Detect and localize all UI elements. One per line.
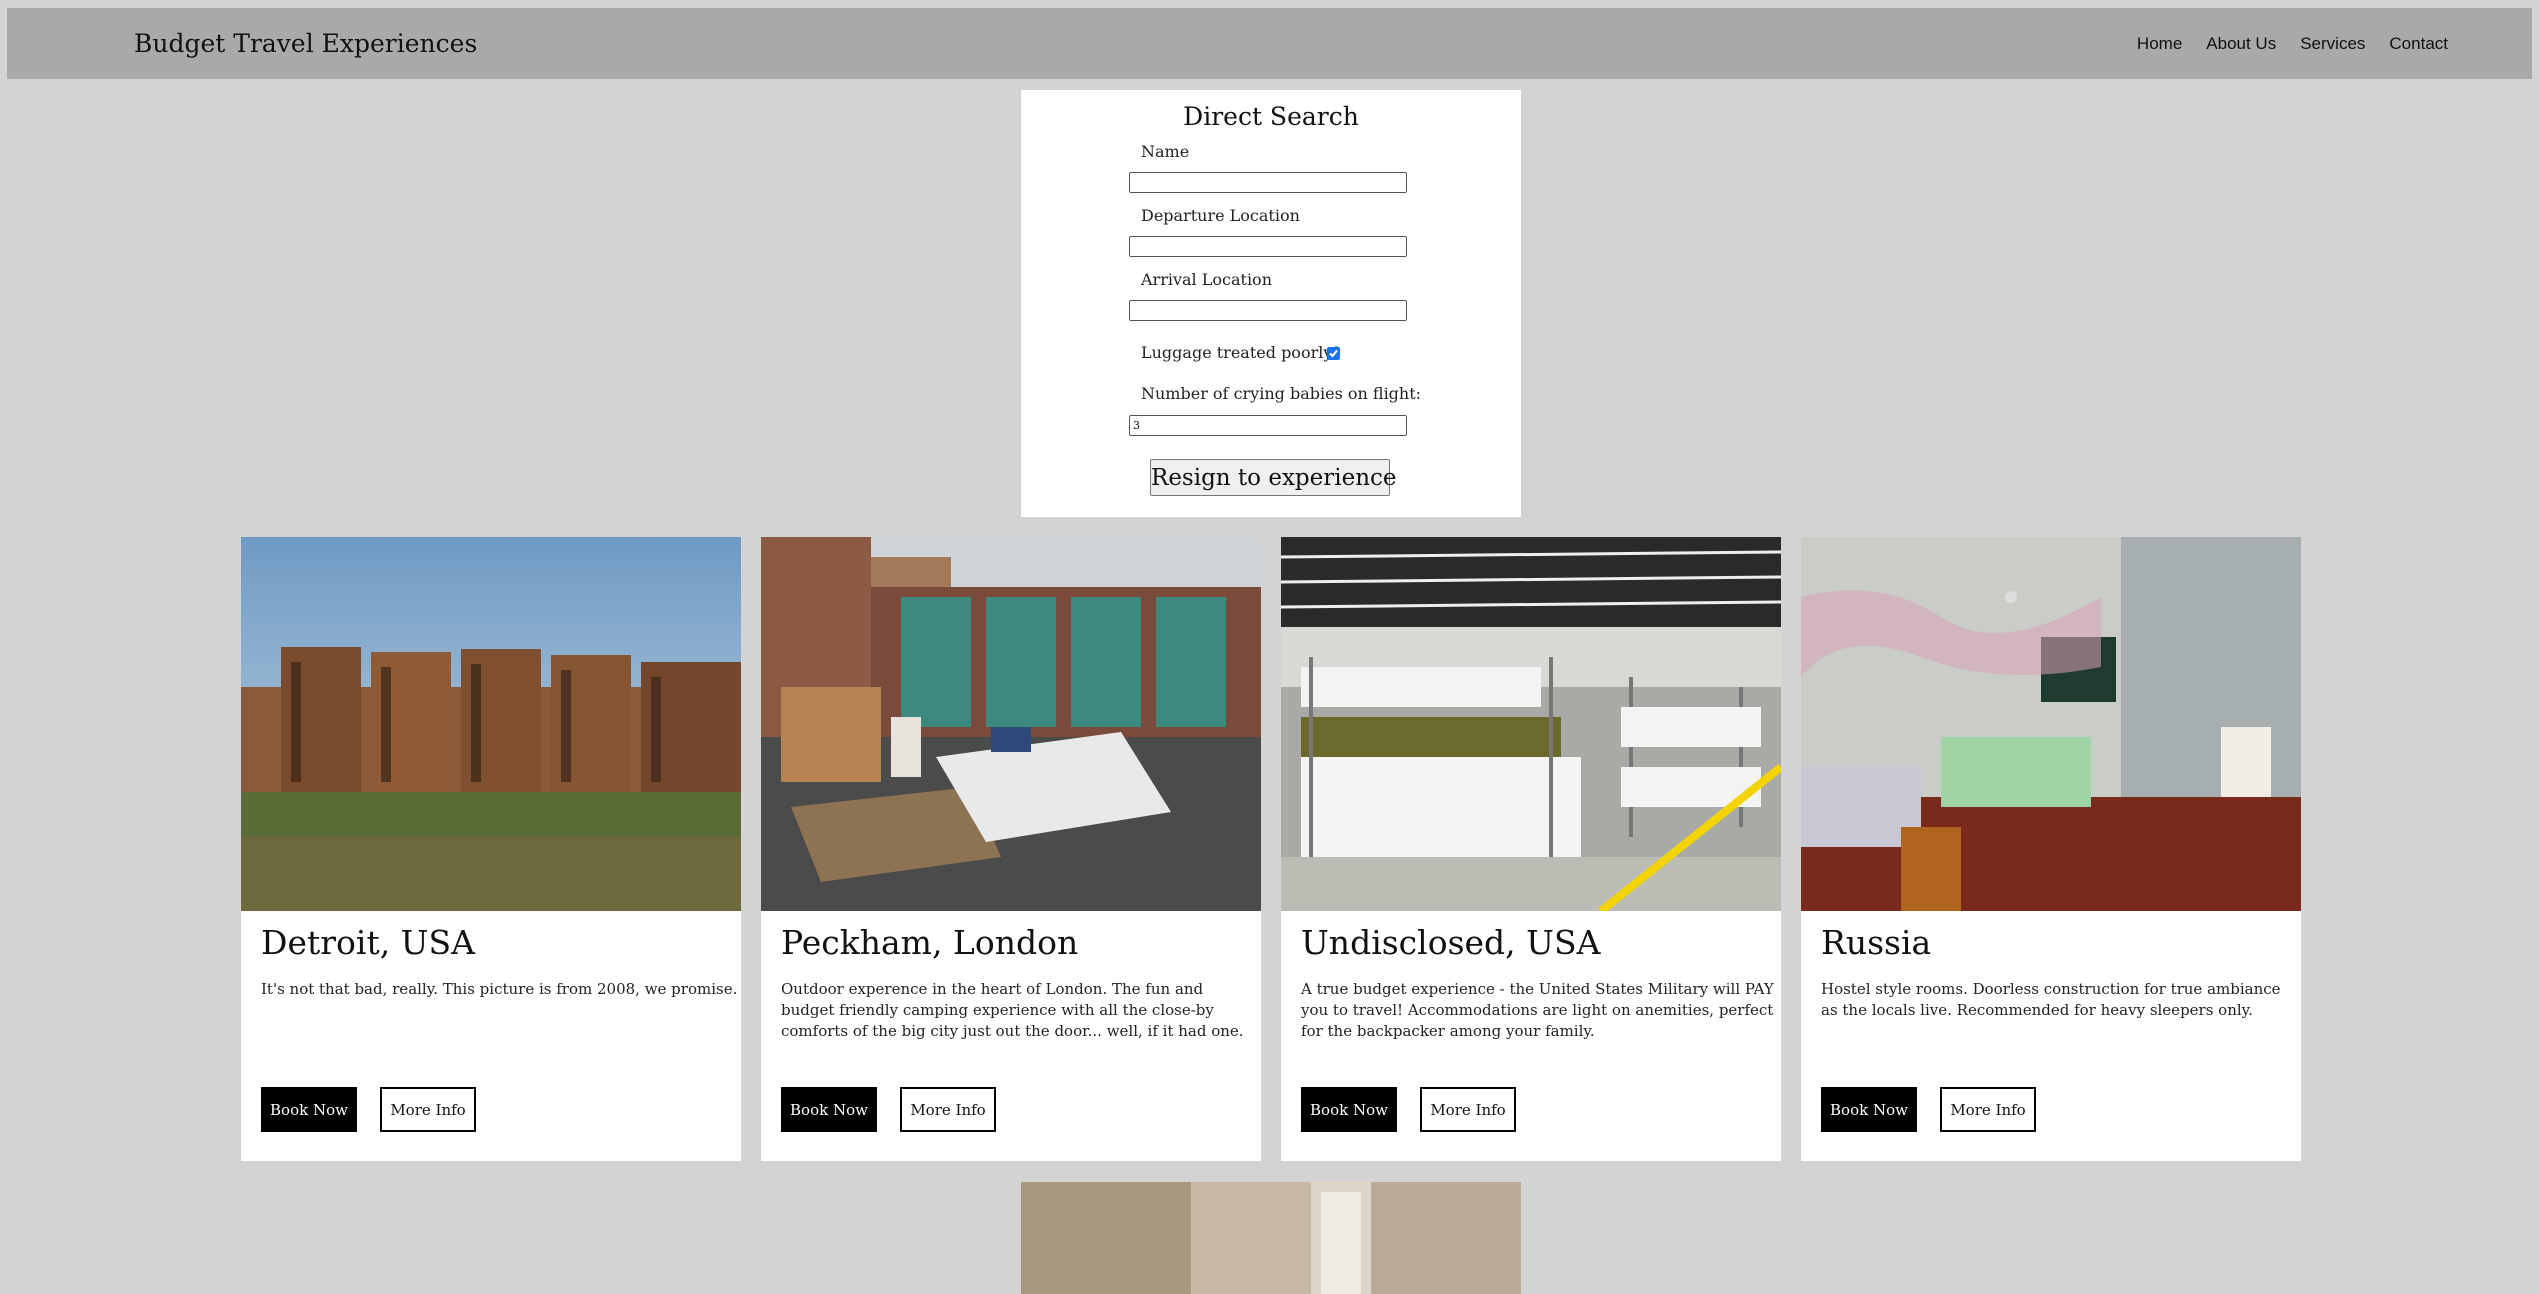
card-title: Russia bbox=[1821, 923, 1932, 962]
navbar: Budget Travel Experiences Home About Us … bbox=[7, 8, 2532, 79]
card-description: Hostel style rooms. Doorless constructio… bbox=[1821, 980, 2281, 1019]
more-info-button[interactable]: More Info bbox=[380, 1087, 476, 1132]
card-title: Undisclosed, USA bbox=[1301, 923, 1601, 962]
site-brand[interactable]: Budget Travel Experiences bbox=[134, 8, 477, 79]
name-label: Name bbox=[1141, 142, 1190, 161]
nav-link-services[interactable]: Services bbox=[2300, 34, 2365, 54]
card-image bbox=[1281, 537, 1781, 911]
more-info-button[interactable]: More Info bbox=[900, 1087, 996, 1132]
destination-card-detroit: Detroit, USA It's not that bad, really. … bbox=[241, 537, 741, 1161]
card-title: Detroit, USA bbox=[261, 923, 475, 962]
name-input[interactable] bbox=[1129, 172, 1407, 193]
arrival-input[interactable] bbox=[1129, 300, 1407, 321]
more-info-button[interactable]: More Info bbox=[1420, 1087, 1516, 1132]
arrival-label: Arrival Location bbox=[1141, 270, 1272, 289]
card-description: A true budget experience - the United St… bbox=[1301, 980, 1774, 1040]
more-info-button[interactable]: More Info bbox=[1940, 1087, 2036, 1132]
babies-label: Number of crying babies on flight: bbox=[1141, 384, 1422, 403]
search-title: Direct Search bbox=[1183, 102, 1359, 131]
resign-button[interactable]: Resign to experience bbox=[1150, 459, 1397, 496]
direct-search-form: Direct Search Name Departure Location Ar… bbox=[1021, 90, 1521, 517]
book-now-button[interactable]: Book Now bbox=[1301, 1087, 1397, 1132]
partial-card-image bbox=[1021, 1182, 1521, 1294]
departure-label: Departure Location bbox=[1141, 206, 1300, 225]
card-image bbox=[1801, 537, 2301, 911]
destination-card-undisclosed: Undisclosed, USA A true budget experienc… bbox=[1281, 537, 1781, 1161]
card-description: Outdoor experence in the heart of London… bbox=[781, 980, 1244, 1040]
card-image bbox=[761, 537, 1261, 911]
destination-card-russia: Russia Hostel style rooms. Doorless cons… bbox=[1801, 537, 2301, 1161]
destination-card-peckham: Peckham, London Outdoor experence in the… bbox=[761, 537, 1261, 1161]
departure-input[interactable] bbox=[1129, 236, 1407, 257]
book-now-button[interactable]: Book Now bbox=[1821, 1087, 1917, 1132]
nav-link-contact[interactable]: Contact bbox=[2389, 34, 2448, 54]
check-icon bbox=[1329, 349, 1338, 358]
book-now-button[interactable]: Book Now bbox=[261, 1087, 357, 1132]
nav-links: Home About Us Services Contact bbox=[2113, 8, 2448, 79]
babies-input[interactable] bbox=[1129, 415, 1407, 436]
card-description: It's not that bad, really. This picture … bbox=[261, 980, 738, 998]
card-title: Peckham, London bbox=[781, 923, 1079, 962]
nav-link-about-us[interactable]: About Us bbox=[2206, 34, 2276, 54]
luggage-checkbox[interactable] bbox=[1327, 347, 1340, 360]
book-now-button[interactable]: Book Now bbox=[781, 1087, 877, 1132]
card-image bbox=[241, 537, 741, 911]
luggage-label: Luggage treated poorly? bbox=[1141, 343, 1341, 362]
nav-link-home[interactable]: Home bbox=[2137, 34, 2182, 54]
